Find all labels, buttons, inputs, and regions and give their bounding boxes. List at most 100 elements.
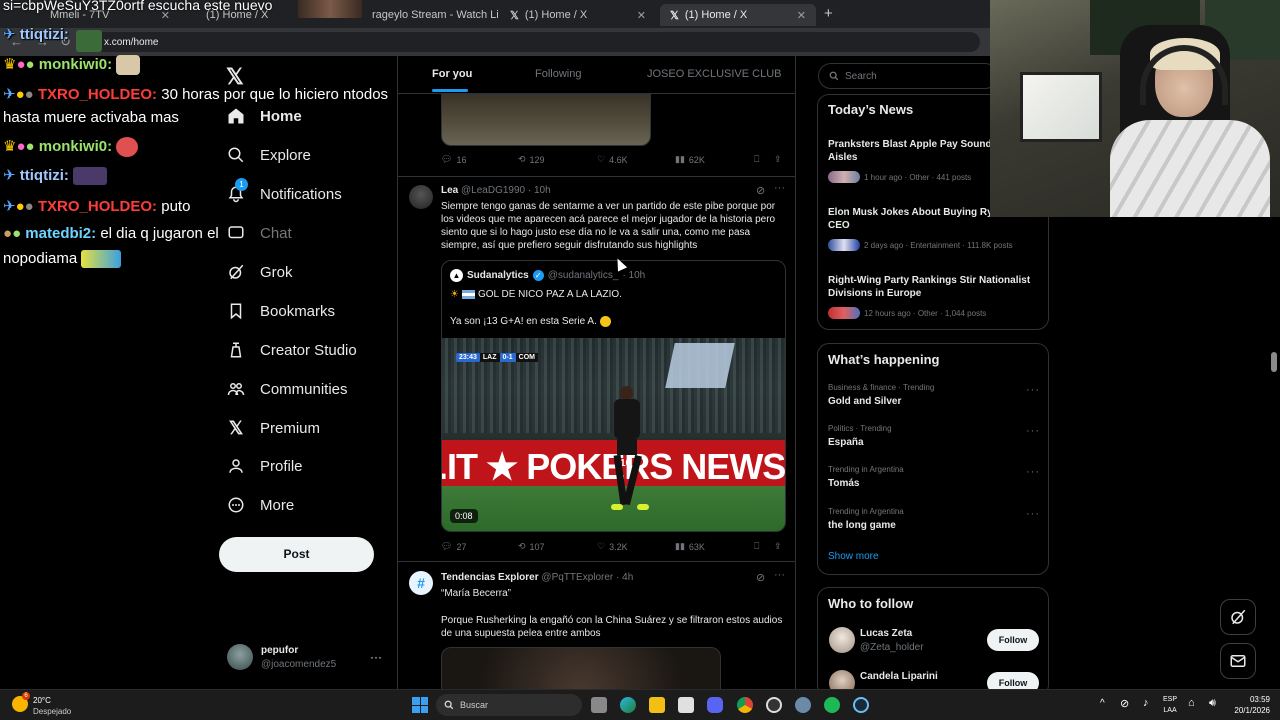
tab-for-you[interactable]: For you xyxy=(432,68,472,80)
tab-following[interactable]: Following xyxy=(535,68,581,80)
weather-widget[interactable]: 6 20°C Despejado xyxy=(10,692,100,719)
follow-button[interactable]: Follow xyxy=(987,629,1039,651)
volume-icon[interactable]: 🔊︎ xyxy=(1209,697,1216,710)
trend-name[interactable]: Gold and Silver xyxy=(828,396,901,407)
tweet-time[interactable]: · 10h xyxy=(528,185,551,196)
repost-button[interactable]: ⟲ 129 xyxy=(518,154,545,165)
grok-floating-button[interactable] xyxy=(1220,599,1256,635)
like-button[interactable]: ♡ 4.6K xyxy=(597,154,628,165)
more-icon[interactable]: ··· xyxy=(1026,384,1040,396)
nav-more[interactable]: More xyxy=(226,495,294,515)
hashtag-avatar-icon[interactable]: # xyxy=(409,571,433,595)
browser-tab[interactable]: rageylo Stream - Watch Liv✕ xyxy=(362,4,498,26)
more-icon[interactable]: ··· xyxy=(1026,425,1040,437)
bookmark-button[interactable]: ⎕ xyxy=(754,154,759,165)
trend-name[interactable]: España xyxy=(828,437,864,448)
chevron-up-icon[interactable]: ^ xyxy=(1100,698,1105,709)
tweet-media[interactable] xyxy=(441,94,651,146)
task-view-icon[interactable] xyxy=(591,697,607,713)
nav-explore[interactable]: Explore xyxy=(226,145,311,165)
emote-icon xyxy=(73,167,108,186)
address-input[interactable] xyxy=(80,32,980,52)
wifi-icon[interactable]: ⌂ xyxy=(1188,697,1195,709)
show-more-link[interactable]: Show more xyxy=(828,551,879,562)
file-explorer-icon[interactable] xyxy=(649,697,665,713)
avatar xyxy=(227,644,253,670)
taskbar-search[interactable]: Buscar xyxy=(436,694,582,716)
clock[interactable]: 03:59 20/1/2026 xyxy=(1226,694,1270,716)
store-icon[interactable] xyxy=(678,697,694,713)
bookmark-button[interactable]: ⎕ xyxy=(754,541,759,552)
nav-communities[interactable]: Communities xyxy=(226,379,348,399)
x-logo-icon: 𝕏 xyxy=(510,9,519,22)
tweet-handle[interactable]: @PqTTExplorer xyxy=(541,572,613,583)
network-icon[interactable]: ⊘ xyxy=(1120,697,1129,710)
avatar[interactable] xyxy=(409,185,433,209)
more-icon[interactable]: ··· xyxy=(774,569,785,581)
tweet-time[interactable]: · 4h xyxy=(616,572,633,583)
more-icon[interactable]: ··· xyxy=(774,182,785,194)
language-indicator[interactable]: ESP LAA xyxy=(1163,694,1177,716)
edge-icon[interactable] xyxy=(620,697,636,713)
weather-desc: Despejado xyxy=(33,707,72,716)
obs-icon[interactable] xyxy=(766,697,782,713)
share-button[interactable]: ⇪ xyxy=(774,541,782,552)
close-icon[interactable]: ✕ xyxy=(631,9,646,22)
close-icon[interactable]: ✕ xyxy=(791,9,806,22)
browser-tab[interactable]: 𝕏 (1) Home / X ✕ xyxy=(500,4,656,26)
repost-button[interactable]: ⟲ 107 xyxy=(518,541,545,552)
suggested-name[interactable]: Lucas Zeta xyxy=(860,628,912,639)
nav-grok[interactable]: Grok xyxy=(226,262,293,282)
news-item-title[interactable]: Right-Wing Party Rankings Stir Nationali… xyxy=(828,274,1043,300)
trend-name[interactable]: Tomás xyxy=(828,478,860,489)
chrome-icon[interactable] xyxy=(737,697,753,713)
nav-profile[interactable]: Profile xyxy=(226,456,303,476)
grok-icon[interactable]: ⊘ xyxy=(756,571,765,584)
browser-tab-active[interactable]: 𝕏 (1) Home / X ✕ xyxy=(660,4,816,26)
nav-label: Profile xyxy=(260,457,303,475)
quote-tweet[interactable]: ▲ Sudanalytics ✓ @sudanalytics_ · 10h ☀ G… xyxy=(441,260,786,532)
more-icon[interactable]: ··· xyxy=(370,650,382,664)
tab-joseo-exclusive-club[interactable]: JOSEO EXCLUSIVE CLUB xyxy=(647,68,782,80)
nav-home[interactable]: Home xyxy=(226,106,302,126)
nav-notifications[interactable]: 1 Notifications xyxy=(226,178,342,204)
scrollbar-thumb[interactable] xyxy=(1271,352,1277,372)
grok-icon[interactable]: ⊘ xyxy=(756,184,765,197)
post-button[interactable]: Post xyxy=(219,537,374,572)
avatar[interactable] xyxy=(829,627,855,653)
trend-name[interactable]: the long game xyxy=(828,520,896,531)
quote-time: · 10h xyxy=(622,270,646,281)
steam-icon[interactable] xyxy=(853,697,869,713)
microphone-icon[interactable]: ♪ xyxy=(1143,697,1149,709)
nav-premium[interactable]: 𝕏 Premium xyxy=(226,418,320,438)
suggested-name[interactable]: Candela Liparini xyxy=(860,671,938,682)
x-logo-icon: 𝕏 xyxy=(228,417,244,438)
messages-floating-button[interactable] xyxy=(1220,643,1256,679)
share-button[interactable]: ⇪ xyxy=(774,154,782,165)
spotify-icon[interactable] xyxy=(824,697,840,713)
new-tab-button[interactable]: + xyxy=(824,5,833,22)
discord-icon[interactable] xyxy=(707,697,723,713)
video-player[interactable]: 23:43 LAZ 0-1 COM .IT ★ POKERS NEWS.IT ★… xyxy=(442,338,785,531)
nav-chat[interactable]: Chat xyxy=(226,223,292,243)
tweet[interactable]: Lea @LeaDG1990 · 10h ⊘ ··· Siempre tengo… xyxy=(398,177,795,561)
tweet-author[interactable]: Tendencias Explorer xyxy=(441,572,539,583)
nav-creator-studio[interactable]: Creator Studio xyxy=(226,340,357,360)
views-button[interactable]: ▮▮ 63K xyxy=(675,541,705,552)
account-switcher[interactable]: pepufor @joacomendez5 ··· xyxy=(224,640,389,680)
search-input[interactable]: Search xyxy=(818,63,998,89)
more-icon[interactable]: ··· xyxy=(1026,508,1040,520)
reply-button[interactable]: 💬︎ 16 xyxy=(441,154,466,165)
windows-start-icon[interactable] xyxy=(412,697,428,713)
nav-bookmarks[interactable]: Bookmarks xyxy=(226,301,335,321)
tweet-handle[interactable]: @LeaDG1990 xyxy=(461,185,525,196)
reply-button[interactable]: 💬︎ 27 xyxy=(441,541,466,552)
like-button[interactable]: ♡ 3.2K xyxy=(597,541,628,552)
more-icon[interactable]: ··· xyxy=(1026,466,1040,478)
monitor-glow xyxy=(1020,72,1102,142)
tweet-author[interactable]: Lea xyxy=(441,185,458,196)
views-button[interactable]: ▮▮ 62K xyxy=(675,154,705,165)
settings-icon[interactable] xyxy=(795,697,811,713)
tweet-media[interactable] xyxy=(441,647,721,689)
tweet[interactable]: # Tendencias Explorer @PqTTExplorer · 4h… xyxy=(398,562,795,689)
